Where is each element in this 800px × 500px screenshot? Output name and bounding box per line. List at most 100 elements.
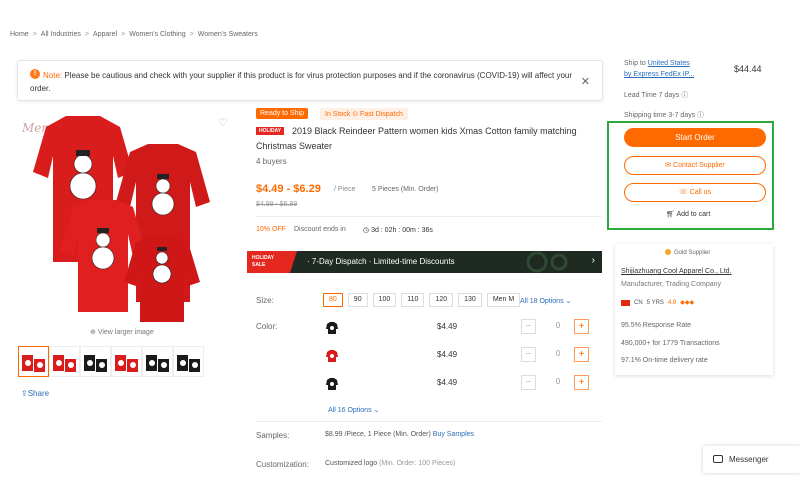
color-price: $4.49 [437, 322, 458, 331]
contact-supplier-label: Contact Supplier [673, 162, 725, 169]
buyers-count: 4 buyers [256, 157, 287, 166]
countdown-timer: ◷ 3d : 02h : 00m : 36s [363, 226, 433, 234]
increase-qty-button[interactable]: + [574, 375, 589, 390]
size-option[interactable]: 120 [429, 293, 454, 307]
supplier-type: Manufacturer, Trading Company [621, 281, 721, 288]
decrease-qty-button[interactable]: − [521, 375, 536, 390]
discount-percent: 10% OFF [256, 226, 286, 233]
size-option[interactable]: Men M [486, 293, 521, 307]
thumbnail-1[interactable] [18, 346, 49, 377]
color-swatch[interactable] [325, 321, 339, 335]
samples-price: $8.99 /Piece, 1 Piece (Min. Order) [325, 431, 433, 438]
thumbnail-strip [18, 346, 204, 377]
favorite-heart-icon[interactable]: ♡ [218, 116, 228, 129]
breadcrumb-apparel[interactable]: Apparel [93, 31, 117, 38]
diamond-icon: ◆◆◆ [680, 300, 695, 306]
qty-input[interactable]: 0 [548, 349, 568, 358]
gold-supplier-badge: Gold Supplier [665, 249, 710, 256]
divider [256, 421, 602, 422]
all-size-options-link[interactable]: All 18 Options ⌄ [520, 297, 571, 305]
banner-decoration [526, 251, 568, 273]
increase-qty-button[interactable]: + [574, 319, 589, 334]
increase-qty-button[interactable]: + [574, 347, 589, 362]
size-option[interactable]: 90 [347, 293, 368, 307]
view-larger-label: View larger image [97, 329, 154, 336]
messenger-button[interactable]: Messenger [703, 446, 800, 473]
chevron-right-icon: › [591, 255, 595, 266]
all-color-options-label: All 16 Options [328, 407, 372, 414]
countdown-value: 3d : 02h : 00m : 36s [371, 227, 433, 234]
color-price: $4.49 [437, 350, 458, 359]
thumbnail-6[interactable] [173, 346, 204, 377]
mail-icon: ✉ [665, 162, 674, 169]
phone-icon: ☏ [678, 189, 690, 196]
contact-supplier-button[interactable]: ✉ Contact Supplier [624, 156, 766, 175]
start-order-button[interactable]: Start Order [624, 128, 766, 147]
breadcrumb-home[interactable]: Home [10, 31, 29, 38]
shipping-method-link[interactable]: by Express FedEx IP... [624, 71, 694, 78]
view-larger-image[interactable]: ⊕ View larger image [90, 328, 154, 336]
shipping-price: $44.44 [734, 64, 762, 74]
color-row: $4.49 − 0 + [323, 319, 593, 339]
ready-to-ship-badge: Ready to Ship [256, 108, 308, 119]
original-price: $4.99 - $6.99 [256, 201, 298, 208]
chat-icon [713, 455, 723, 463]
holiday-sale-banner[interactable]: HOLIDAY SALE · 7-Day Dispatch · Limited-t… [247, 251, 602, 273]
supplier-years: 5 YRS [646, 299, 664, 306]
ship-to-prefix: Ship to [624, 60, 648, 67]
breadcrumb-all-industries[interactable]: All Industries [41, 31, 81, 38]
size-option[interactable]: 80 [323, 293, 343, 307]
thumbnail-2[interactable] [49, 346, 80, 377]
main-product-image[interactable]: Merry Sweet [18, 112, 236, 326]
qty-input[interactable]: 0 [548, 377, 568, 386]
shipping-time: Shipping time 3-7 days ⓘ [624, 112, 705, 119]
breadcrumb-separator: > [189, 31, 194, 38]
all-color-options-link[interactable]: All 16 Options ⌄ [328, 406, 379, 414]
ship-to-country-link[interactable]: United States [648, 60, 690, 67]
messenger-label: Messenger [729, 455, 769, 464]
buy-samples-link[interactable]: Buy Samples [433, 431, 474, 438]
breadcrumb-womens-clothing[interactable]: Women's Clothing [129, 31, 185, 38]
breadcrumb-womens-sweaters[interactable]: Women's Sweaters [198, 31, 258, 38]
color-label: Color: [256, 322, 278, 331]
thumbnail-5[interactable] [142, 346, 173, 377]
size-option[interactable]: 100 [372, 293, 397, 307]
divider [256, 216, 602, 217]
customization-note: (Min. Order: 100 Pieces) [379, 460, 456, 467]
size-option[interactable]: 110 [401, 293, 425, 307]
all-size-options-label: All 18 Options [520, 298, 564, 305]
qty-input[interactable]: 0 [548, 321, 568, 330]
price-unit: / Piece [334, 186, 356, 193]
holiday-banner-text: · 7-Day Dispatch · Limited-time Discount… [307, 257, 455, 266]
add-to-cart-link[interactable]: 🛒︎ Add to cart [666, 210, 710, 218]
china-flag-icon [621, 299, 630, 306]
samples-value: $8.99 /Piece, 1 Piece (Min. Order) Buy S… [325, 431, 474, 438]
on-time-delivery: 97.1% On-time delivery rate [621, 357, 708, 364]
cart-icon: 🛒︎ [666, 211, 677, 218]
thumbnail-3[interactable] [80, 346, 111, 377]
in-stock-badge: In Stock ⊙ Fast Dispatch [320, 108, 408, 120]
share-icon: ⇪ [21, 389, 28, 398]
customization-value: Customized logo (Min. Order: 100 Pieces) [325, 460, 455, 467]
share-link[interactable]: ⇪Share [21, 389, 49, 398]
decrease-qty-button[interactable]: − [521, 319, 536, 334]
decrease-qty-button[interactable]: − [521, 347, 536, 362]
color-swatch[interactable] [325, 349, 339, 363]
lead-time: Lead Time 7 days ⓘ [624, 92, 689, 99]
color-row: $4.49 − 0 + [323, 375, 593, 395]
size-option[interactable]: 130 [458, 293, 482, 307]
supplier-name-link[interactable]: Shijiazhuang Cool Apparel Co., Ltd. [621, 268, 732, 275]
breadcrumb: Home > All Industries > Apparel > Women's C… [10, 31, 258, 38]
notice-text: Note: Please be cautious and check with … [30, 69, 575, 95]
thumbnail-4[interactable] [111, 346, 142, 377]
call-us-label: Call us [689, 189, 712, 196]
call-us-button[interactable]: ☏ Call us [624, 183, 766, 202]
transactions[interactable]: 490,000+ for 1779 Transactions [621, 340, 720, 347]
customization-label: Customization: [256, 460, 309, 469]
supplier-card: Gold Supplier Shijiazhuang Cool Apparel … [615, 244, 773, 375]
close-icon[interactable]: ✕ [581, 75, 590, 88]
price-range: $4.49 - $6.29 [256, 183, 321, 195]
color-swatch[interactable] [325, 377, 339, 391]
min-order: 5 Pieces (Min. Order) [372, 186, 439, 193]
supplier-rating: 4.9 [667, 299, 677, 306]
